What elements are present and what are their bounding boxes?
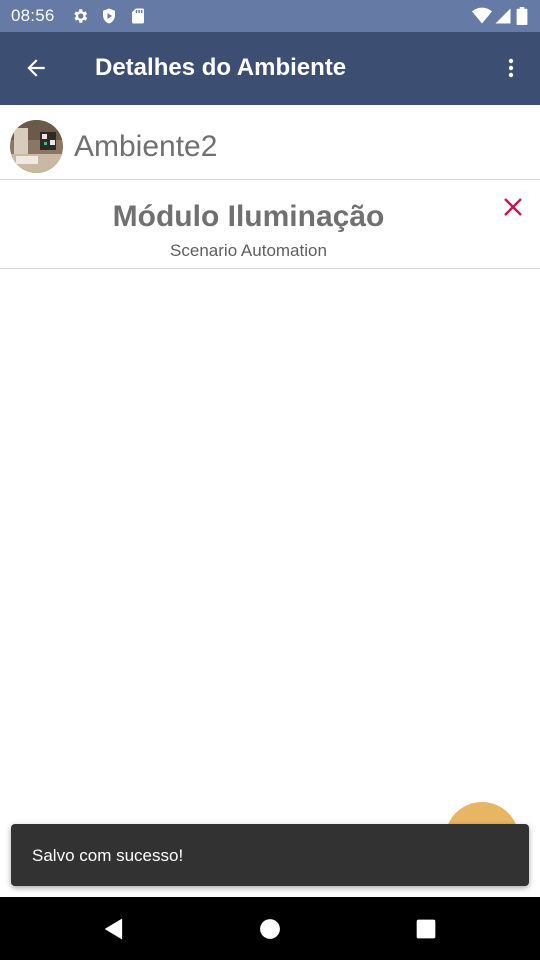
signal-icon [494,7,512,25]
module-subtitle: Scenario Automation [170,241,327,260]
environment-header: Ambiente2 [0,105,540,180]
arrow-left-icon [23,55,49,86]
snackbar-message: Salvo com sucesso! [32,846,184,865]
more-options-button[interactable] [494,46,528,90]
page-title: Detalhes do Ambiente [95,54,347,81]
remove-module-button[interactable] [498,192,528,222]
environment-avatar [10,120,63,173]
home-circle-icon[interactable] [256,915,284,943]
status-time: 08:56 [11,6,55,25]
play-protect-icon [100,7,118,25]
back-triangle-icon[interactable] [100,915,128,943]
battery-icon [516,7,528,26]
module-title: Módulo Iluminação [112,200,385,233]
status-bar: 08:56 [0,0,540,32]
recents-square-icon[interactable] [412,915,440,943]
app-bar: Detalhes do Ambiente [0,32,540,105]
wifi-icon [472,7,492,25]
module-card[interactable]: Módulo Iluminação Scenario Automation [0,180,540,269]
sd-card-icon [129,7,147,25]
environment-name: Ambiente2 [74,130,218,163]
snackbar: Salvo com sucesso! [11,824,529,886]
system-nav-bar [0,897,540,960]
gear-icon [71,7,89,25]
back-button[interactable] [14,46,58,90]
screen: 08:56 Detalhes do Ambiente Ambiente2 Mód… [0,0,540,960]
close-icon [501,195,525,224]
more-vert-icon [499,55,523,86]
